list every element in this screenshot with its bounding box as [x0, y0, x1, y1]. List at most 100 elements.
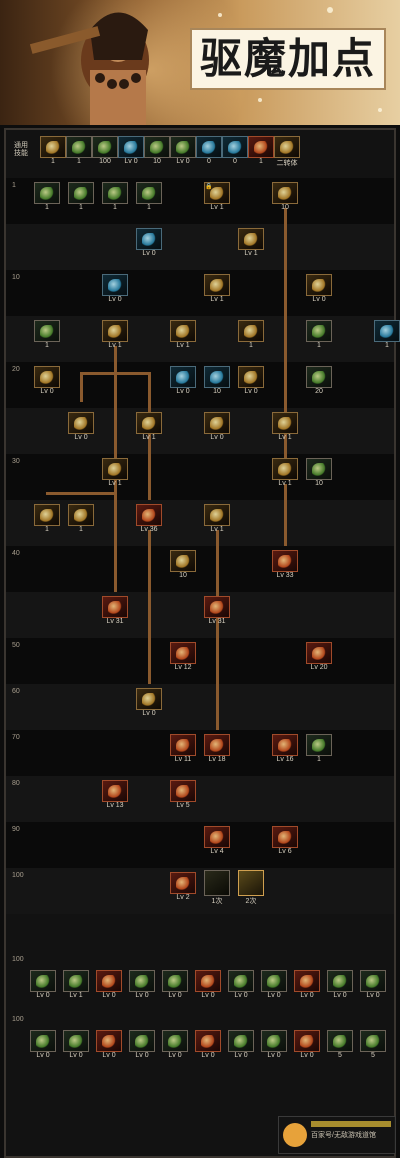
skill-node[interactable]: Lv 5 — [170, 780, 196, 812]
skill-node[interactable]: Lv 36 — [136, 504, 162, 536]
tree-connector — [284, 484, 287, 546]
skill-node[interactable]: 20 — [306, 366, 332, 398]
tp-skill-node[interactable]: Lv 0 — [327, 970, 353, 1002]
skill-node[interactable]: Lv 12 — [170, 642, 196, 674]
skill-node[interactable]: Lv 0 — [34, 366, 60, 398]
skill-icon — [102, 274, 128, 296]
general-skill[interactable]: 二转体 — [274, 136, 300, 168]
skill-node[interactable]: 1 — [34, 320, 60, 352]
skill-node[interactable]: Lv 0 — [170, 366, 196, 398]
skill-node[interactable]: Lv 1 — [204, 274, 230, 306]
tp-skill-node[interactable]: Lv 0 — [261, 970, 287, 1002]
tp-skill-node[interactable]: Lv 1 — [63, 970, 89, 1002]
tp-skill-node[interactable]: Lv 0 — [63, 1030, 89, 1062]
skill-node[interactable]: Lv 0 — [238, 366, 264, 398]
skill-level: Lv 4 — [210, 848, 224, 855]
skill-node[interactable]: Lv 33 — [272, 550, 298, 582]
skill-node[interactable]: Lv 13 — [102, 780, 128, 812]
tp-skill-node[interactable]: Lv 0 — [129, 970, 155, 1002]
skill-level: Lv 1 — [142, 434, 156, 441]
tp-skill-node[interactable]: Lv 0 — [30, 1030, 56, 1062]
tp-skill-node[interactable]: Lv 0 — [294, 1030, 320, 1062]
skill-node[interactable]: 🔒 Lv 1 — [204, 182, 230, 214]
skill-node[interactable]: Lv 0 — [136, 688, 162, 720]
skill-node[interactable]: Lv 0 — [68, 412, 94, 444]
skill-node[interactable]: Lv 1 — [170, 320, 196, 352]
skill-node[interactable]: 1 — [34, 182, 60, 214]
skill-node[interactable]: Lv 1 — [136, 412, 162, 444]
tier-level-label: 100 — [12, 872, 24, 879]
tp-skill-node[interactable]: Lv 0 — [30, 970, 56, 1002]
tp-skill-node[interactable]: Lv 0 — [96, 970, 122, 1002]
skill-icon — [129, 1030, 155, 1052]
tier-level-label: 80 — [12, 780, 20, 787]
skill-icon — [195, 1030, 221, 1052]
skill-node[interactable]: Lv 1 — [272, 412, 298, 444]
tp-skill-node[interactable]: Lv 0 — [261, 1030, 287, 1062]
skill-node[interactable]: 1 — [374, 320, 400, 352]
skill-node[interactable]: 1 — [102, 182, 128, 214]
tp-skill-node[interactable]: Lv 0 — [129, 1030, 155, 1062]
skill-node[interactable]: Lv 4 — [204, 826, 230, 858]
skill-node[interactable]: Lv 16 — [272, 734, 298, 766]
skill-node[interactable]: Lv 1 — [204, 504, 230, 536]
tp-skill-node[interactable]: Lv 0 — [228, 1030, 254, 1062]
skill-node[interactable]: Lv 0 — [136, 228, 162, 260]
tier-band — [6, 868, 394, 914]
tp-skill-node[interactable]: Lv 0 — [360, 970, 386, 1002]
tier-level-label: 100 — [12, 1016, 24, 1023]
skill-icon — [228, 970, 254, 992]
skill-node[interactable]: 10 — [170, 550, 196, 582]
skill-node[interactable]: 1 — [238, 320, 264, 352]
skill-node[interactable]: 1 — [68, 182, 94, 214]
skill-node[interactable]: 1 — [34, 504, 60, 536]
tp-skill-node[interactable]: Lv 0 — [195, 970, 221, 1002]
skill-node[interactable]: Lv 0 — [102, 274, 128, 306]
skill-node[interactable]: 1 — [306, 320, 332, 352]
tp-skill-node[interactable]: Lv 0 — [162, 1030, 188, 1062]
skill-level: 1 — [45, 342, 49, 349]
skill-icon — [327, 970, 353, 992]
skill-node[interactable]: 10 — [306, 458, 332, 490]
awakening-icon — [238, 870, 264, 896]
skill-level: Lv 1 — [108, 480, 122, 487]
awakening-slot[interactable]: 1次 — [204, 870, 230, 905]
skill-icon — [272, 550, 298, 572]
skill-node[interactable]: Lv 0 — [306, 274, 332, 306]
tp-skill-node[interactable]: Lv 0 — [162, 970, 188, 1002]
skill-tree-panel: 通用 技能 1 1 100 Lv 0 10 Lv 0 0 0 1 二转体 1 10 20 30 40 50 6… — [4, 128, 400, 1158]
skill-node[interactable]: Lv 20 — [306, 642, 332, 674]
skill-icon — [272, 826, 298, 848]
skill-node[interactable]: Lv 31 — [102, 596, 128, 628]
skill-node[interactable]: Lv 1 — [238, 228, 264, 260]
tp-skill-node[interactable]: Lv 0 — [96, 1030, 122, 1062]
skill-node[interactable]: Lv 1 — [102, 458, 128, 490]
skill-icon — [261, 970, 287, 992]
tier-level-label: 30 — [12, 458, 20, 465]
tp-skill-node[interactable]: Lv 0 — [294, 970, 320, 1002]
tp-skill-node[interactable]: Lv 0 — [228, 970, 254, 1002]
skill-node[interactable]: Lv 18 — [204, 734, 230, 766]
skill-level: Lv 1 — [244, 250, 258, 257]
skill-node[interactable]: Lv 0 — [204, 412, 230, 444]
skill-node[interactable]: Lv 1 — [102, 320, 128, 352]
skill-node[interactable]: Lv 1 — [272, 458, 298, 490]
skill-node[interactable]: 10 — [272, 182, 298, 214]
skill-node[interactable]: 10 — [204, 366, 230, 398]
skill-icon — [360, 1030, 386, 1052]
skill-level: Lv 0 — [108, 296, 122, 303]
tp-skill-node[interactable]: 5 — [327, 1030, 353, 1062]
skill-node[interactable]: Lv 31 — [204, 596, 230, 628]
skill-level: Lv 0 — [267, 1052, 281, 1059]
awakening-slot[interactable]: 2次 — [238, 870, 264, 905]
tp-skill-node[interactable]: Lv 0 — [195, 1030, 221, 1062]
skill-node[interactable]: 1 — [136, 182, 162, 214]
skill-level: Lv 33 — [276, 572, 294, 579]
skill-node[interactable]: Lv 11 — [170, 734, 196, 766]
skill-node[interactable]: 1 — [68, 504, 94, 536]
tp-skill-node[interactable]: 5 — [360, 1030, 386, 1062]
skill-node[interactable]: 1 — [306, 734, 332, 766]
skill-node[interactable]: Lv 6 — [272, 826, 298, 858]
skill-level: Lv 0 — [300, 992, 314, 999]
skill-node[interactable]: Lv 2 — [170, 872, 196, 904]
